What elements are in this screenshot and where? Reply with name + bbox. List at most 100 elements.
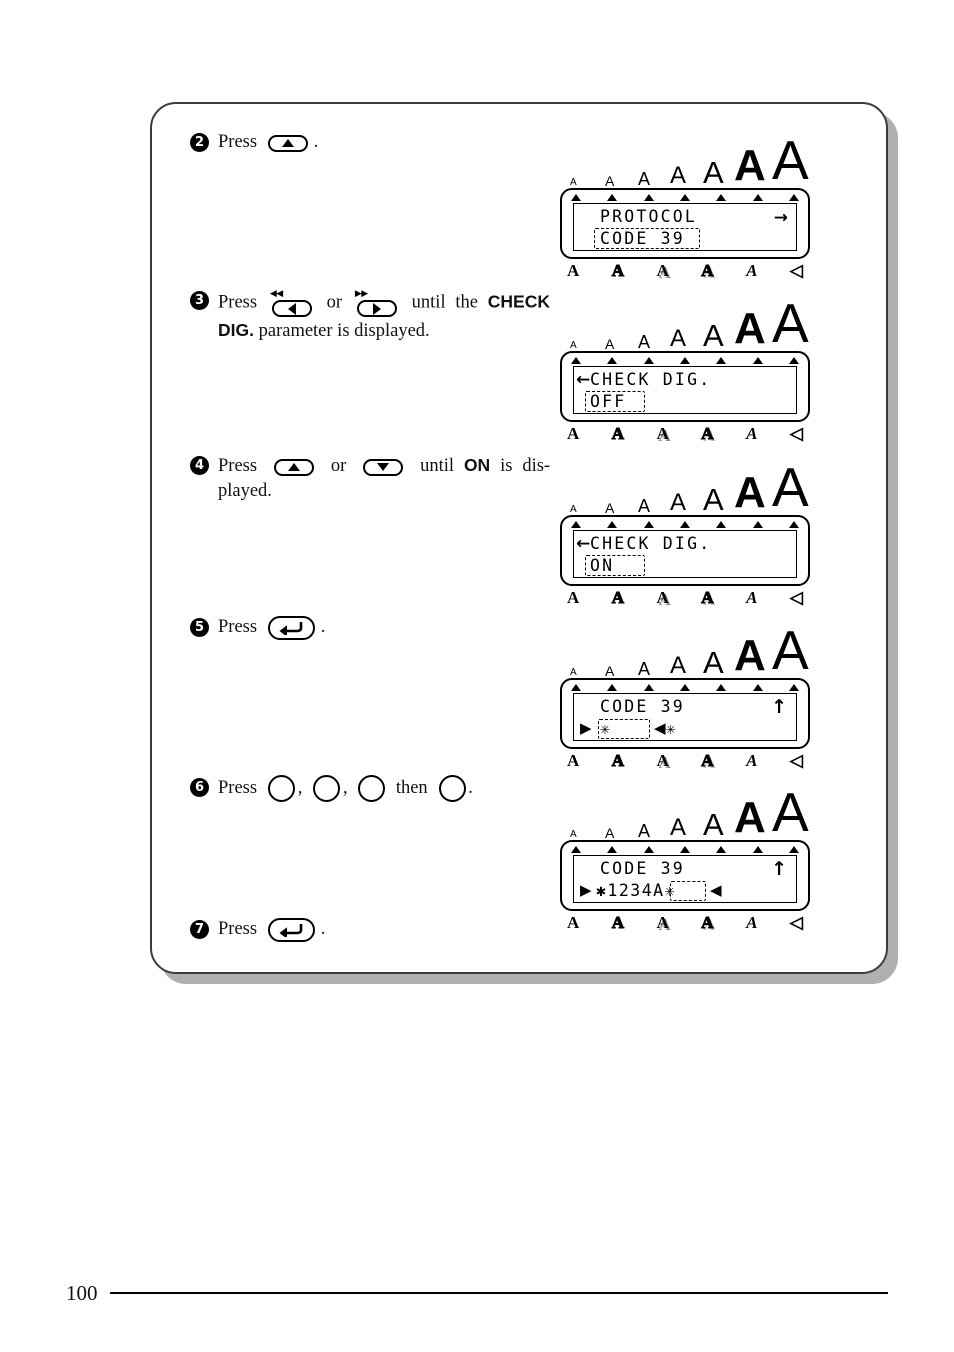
font-shadow-icon: A [656,588,669,607]
up-arrow-key[interactable] [273,454,314,479]
lcd-top-markers [567,357,803,366]
step-6-text: Press , , then . [218,775,550,802]
font-normal-icon: A [567,751,580,770]
fast-rewind-icon: ◀◀ [269,288,283,298]
step-3-until-label: until the [411,292,478,313]
font-size-scale: A A A A A A A [564,623,814,680]
step-3-or-label: or [326,292,343,313]
page-number: 100 [66,1281,98,1305]
step-4-value-name: ON [463,455,491,475]
alignment-icon: ◁ [789,751,803,770]
font-size-scale: A A A A A A A [564,133,814,190]
font-shadow-icon: A [656,751,669,770]
display-code39-1234a: A A A A A A A CODE 39 ✱1234A✳ ↑ ▶ ◀ A A [560,785,814,932]
footer-rule [110,1292,888,1295]
step-5-press-label: Press [218,617,258,637]
step-3-text: Press ◀◀ or ▶▶ until the CHECK DIG. para… [218,288,550,344]
size-a-5: A [703,807,724,842]
lcd-line-2: CODE 39 [600,229,685,248]
size-a-7: A [772,129,809,191]
font-outline-icon: A [611,751,625,770]
size-a-2: A [605,825,615,841]
font-size-scale: A A A A A A A [564,460,814,516]
alignment-icon: ◁ [789,913,803,932]
lcd-bottom-icons: A A A A A ◁ [560,422,810,443]
font-size-scale: A A A A A A A [564,296,814,352]
step-7: 7 Press . [190,917,550,942]
blank-key-4[interactable] [439,775,467,802]
blank-key-3[interactable] [358,775,386,802]
lcd-bottom-icons: A A A A A ◁ [560,911,810,932]
size-a-3: A [638,496,651,516]
font-outline-shadow-icon: A [701,588,714,607]
triangle-up-icon [281,139,294,147]
font-normal-icon: A [567,424,580,443]
step-4-text: Press or until ON is dis-played. [218,453,550,504]
down-arrow-key[interactable] [363,454,404,479]
size-a-7: A [772,292,809,354]
step-2-number: 2 [190,133,209,152]
step-4-number: 4 [190,456,209,475]
right-arrow-indicator-icon: → [773,208,788,228]
step-3-press-label: Press [218,292,258,313]
lcd-top-markers [567,194,803,203]
size-a-5: A [703,645,724,680]
enter-arrow-icon [279,924,303,937]
step-7-period: . [320,919,326,939]
size-a-6: A [734,141,766,190]
left-arrow-key[interactable]: ◀◀ [270,288,314,318]
font-outline-shadow-icon: A [701,913,714,932]
manual-page: 2 Press . 3 Press ◀◀ or ▶▶ until the CHE… [0,0,954,1352]
lcd-shell: CHECK DIG. ON ← [560,515,810,586]
lcd-line-1: CHECK DIG. [590,370,712,389]
lcd-line-2: ✳ ✳ [600,719,688,738]
size-a-3: A [638,821,651,841]
step-2-press-label: Press [218,132,258,152]
blank-key-1[interactable] [267,775,295,802]
font-normal-icon: A [567,913,580,932]
size-a-4: A [670,162,687,189]
size-a-1: A [570,340,577,351]
step-7-press-label: Press [218,919,258,939]
font-shadow-icon: A [656,424,669,443]
font-shadow-icon: A [656,261,669,280]
step-4-or-label: or [330,456,347,476]
cursor-right-marker-icon: ▶ [580,881,592,899]
font-outline-shadow-icon: A [701,261,714,280]
enter-key[interactable] [267,917,315,942]
step-6-number: 6 [190,778,209,797]
font-outline-icon: A [611,261,625,280]
lcd-bottom-icons: A A A A A ◁ [560,586,810,607]
font-outline-shadow-icon: A [701,751,714,770]
font-size-scale: A A A A A A A [564,785,814,842]
step-4-until-label: until [420,456,455,476]
step-6-then-label: then [395,777,428,798]
size-a-1: A [570,177,577,188]
size-a-3: A [638,169,651,189]
size-a-4: A [670,814,687,841]
blank-key-2[interactable] [312,775,340,802]
step-3: 3 Press ◀◀ or ▶▶ until the CHECK DIG. pa… [190,288,550,344]
enter-key[interactable] [267,615,315,640]
up-arrow-key[interactable] [267,130,308,155]
step-5: 5 Press . [190,615,550,640]
display-code39-empty: A A A A A A A CODE 39 ✳ ✳ ↑ ▶ ◀ A A A A … [560,623,814,770]
step-6-press-label: Press [218,777,258,798]
cursor-left-marker-icon: ◀ [710,881,722,899]
font-italic-icon: A [746,424,758,443]
font-normal-icon: A [567,588,580,607]
lcd-bottom-icons: A A A A A ◁ [560,749,810,770]
triangle-right-icon [372,302,381,315]
step-5-text: Press . [218,615,550,640]
size-a-6: A [734,793,766,842]
step-4: 4 Press or until ON is dis-played. [190,453,550,504]
lcd-screen: CHECK DIG. ON ← [573,530,797,578]
right-arrow-key[interactable]: ▶▶ [355,288,399,318]
step-6-period: . [468,777,473,798]
size-a-2: A [605,173,615,189]
fast-forward-icon: ▶▶ [354,288,368,298]
alignment-icon: ◁ [789,261,803,280]
lcd-screen: PROTOCOL CODE 39 → [573,203,797,251]
up-arrow-indicator-icon: ↑ [771,858,787,880]
lcd-line-1: CODE 39 [600,859,685,878]
